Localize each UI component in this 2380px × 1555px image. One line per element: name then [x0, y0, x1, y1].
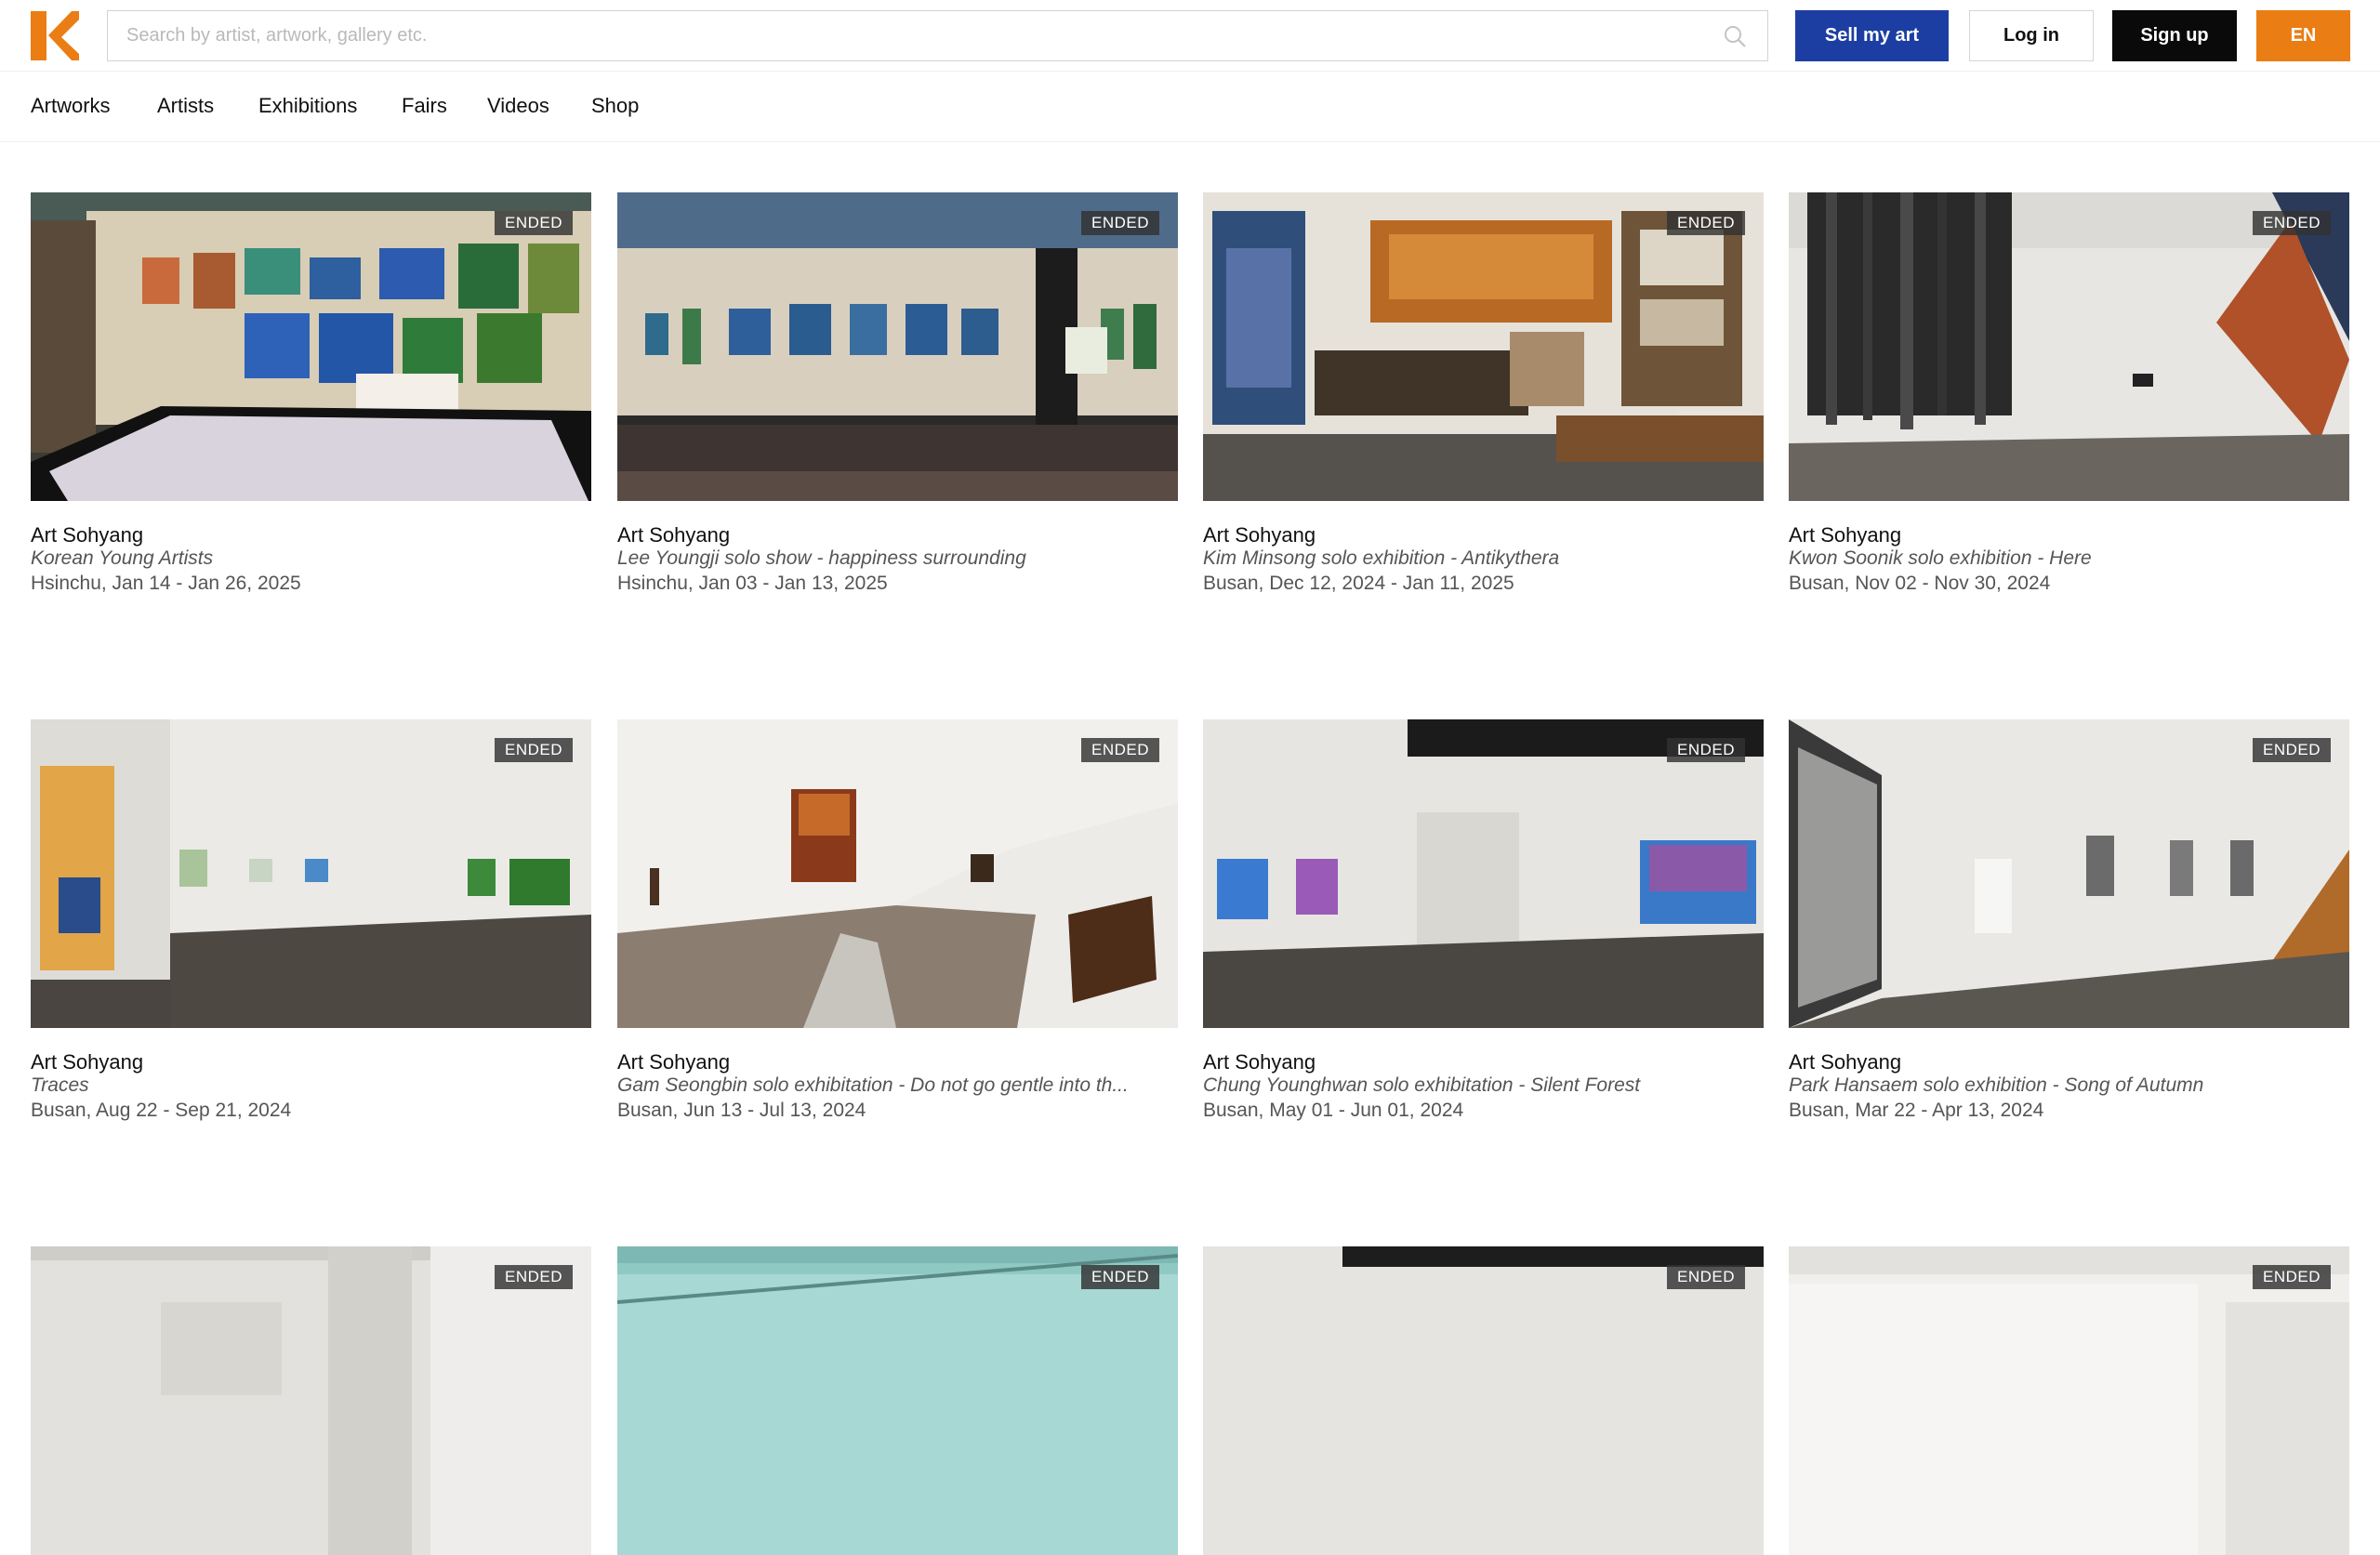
search-icon[interactable]	[1723, 24, 1747, 48]
exhibition-dates: Hsinchu, Jan 03 - Jan 13, 2025	[617, 573, 888, 594]
gallery-name[interactable]: Art Sohyang	[617, 523, 730, 547]
search-input[interactable]	[108, 11, 1767, 60]
exhibition-title[interactable]: Kwon Soonik solo exhibition - Here	[1789, 547, 2349, 570]
exhibition-title[interactable]: Park Hansaem solo exhibition - Song of A…	[1789, 1074, 2349, 1097]
exhibition-dates: Busan, Nov 02 - Nov 30, 2024	[1789, 573, 2051, 594]
exhibition-title[interactable]: Kim Minsong solo exhibition - Antikyther…	[1203, 547, 1764, 570]
exhibition-image[interactable]: ENDED	[1789, 192, 2349, 501]
exhibition-title[interactable]: Korean Young Artists	[31, 547, 591, 570]
exhibition-card[interactable]: ENDED Art Sohyang Gam Seongbin solo exhi…	[617, 719, 1178, 1121]
exhibition-dates: Busan, May 01 - Jun 01, 2024	[1203, 1100, 1464, 1121]
search-bar	[107, 10, 1768, 61]
ended-badge: ENDED	[2252, 738, 2331, 762]
gallery-name[interactable]: Art Sohyang	[31, 523, 143, 547]
exhibition-title[interactable]: Chung Younghwan solo exhibitation - Sile…	[1203, 1074, 1764, 1097]
logo-icon[interactable]	[31, 11, 79, 60]
exhibition-card[interactable]: ENDED	[1789, 1246, 2349, 1555]
exhibition-title[interactable]: Traces	[31, 1074, 591, 1097]
ended-badge: ENDED	[1666, 1265, 1745, 1289]
nav-videos[interactable]: Videos	[487, 94, 549, 118]
exhibition-card[interactable]: ENDED Art Sohyang Korean Young Artists H…	[31, 192, 591, 594]
ended-badge: ENDED	[494, 1265, 573, 1289]
exhibition-title[interactable]: Lee Youngji solo show - happiness surrou…	[617, 547, 1178, 570]
exhibition-card[interactable]: ENDED Art Sohyang Traces Busan, Aug 22 -…	[31, 719, 591, 1121]
exhibition-dates: Busan, Dec 12, 2024 - Jan 11, 2025	[1203, 573, 1514, 594]
nav-exhibitions[interactable]: Exhibitions	[258, 94, 357, 118]
gallery-name[interactable]: Art Sohyang	[31, 1050, 143, 1074]
exhibition-image[interactable]: ENDED	[1789, 719, 2349, 1028]
ended-badge: ENDED	[494, 738, 573, 762]
gallery-name[interactable]: Art Sohyang	[1789, 1050, 1901, 1074]
ended-badge: ENDED	[1666, 211, 1745, 235]
exhibition-dates: Busan, Jun 13 - Jul 13, 2024	[617, 1100, 866, 1121]
log-in-button[interactable]: Log in	[1969, 10, 2094, 61]
main-nav: Artworks Artists Exhibitions Fairs Video…	[0, 72, 2380, 142]
gallery-name[interactable]: Art Sohyang	[1203, 1050, 1316, 1074]
exhibition-image[interactable]: ENDED	[1203, 719, 1764, 1028]
exhibition-dates: Busan, Mar 22 - Apr 13, 2024	[1789, 1100, 2044, 1121]
exhibition-image[interactable]: ENDED	[617, 719, 1178, 1028]
sign-up-button[interactable]: Sign up	[2112, 10, 2237, 61]
nav-artworks[interactable]: Artworks	[31, 94, 111, 118]
sell-my-art-button[interactable]: Sell my art	[1795, 10, 1949, 61]
exhibition-card[interactable]: ENDED	[31, 1246, 591, 1555]
exhibition-image[interactable]: ENDED	[1203, 1246, 1764, 1555]
language-button[interactable]: EN	[2256, 10, 2350, 61]
exhibition-image[interactable]: ENDED	[617, 192, 1178, 501]
exhibition-title[interactable]: Gam Seongbin solo exhibitation - Do not …	[617, 1074, 1178, 1097]
ended-badge: ENDED	[1080, 738, 1159, 762]
exhibition-image[interactable]: ENDED	[31, 719, 591, 1028]
exhibition-image[interactable]: ENDED	[1203, 192, 1764, 501]
exhibition-image[interactable]: ENDED	[31, 192, 591, 501]
exhibition-dates: Busan, Aug 22 - Sep 21, 2024	[31, 1100, 292, 1121]
exhibition-image[interactable]: ENDED	[1789, 1246, 2349, 1555]
exhibition-image[interactable]: ENDED	[31, 1246, 591, 1555]
ended-badge: ENDED	[2252, 1265, 2331, 1289]
exhibition-card[interactable]: ENDED Art Sohyang Chung Younghwan solo e…	[1203, 719, 1764, 1121]
exhibition-card[interactable]: ENDED Art Sohyang Park Hansaem solo exhi…	[1789, 719, 2349, 1121]
ended-badge: ENDED	[1666, 738, 1745, 762]
exhibition-card[interactable]: ENDED Art Sohyang Kwon Soonik solo exhib…	[1789, 192, 2349, 594]
exhibition-card[interactable]: ENDED Art Sohyang Kim Minsong solo exhib…	[1203, 192, 1764, 594]
ended-badge: ENDED	[494, 211, 573, 235]
exhibition-card[interactable]: ENDED Art Sohyang Lee Youngji solo show …	[617, 192, 1178, 594]
gallery-name[interactable]: Art Sohyang	[617, 1050, 730, 1074]
gallery-name[interactable]: Art Sohyang	[1203, 523, 1316, 547]
exhibition-card[interactable]: ENDED	[1203, 1246, 1764, 1555]
ended-badge: ENDED	[2252, 211, 2331, 235]
ended-badge: ENDED	[1080, 1265, 1159, 1289]
nav-artists[interactable]: Artists	[157, 94, 214, 118]
nav-fairs[interactable]: Fairs	[402, 94, 447, 118]
exhibition-image[interactable]: ENDED	[617, 1246, 1178, 1555]
exhibition-card[interactable]: ENDED	[617, 1246, 1178, 1555]
exhibition-dates: Hsinchu, Jan 14 - Jan 26, 2025	[31, 573, 301, 594]
header: Sell my art Log in Sign up EN	[0, 0, 2380, 72]
gallery-name[interactable]: Art Sohyang	[1789, 523, 1901, 547]
ended-badge: ENDED	[1080, 211, 1159, 235]
nav-shop[interactable]: Shop	[591, 94, 639, 118]
